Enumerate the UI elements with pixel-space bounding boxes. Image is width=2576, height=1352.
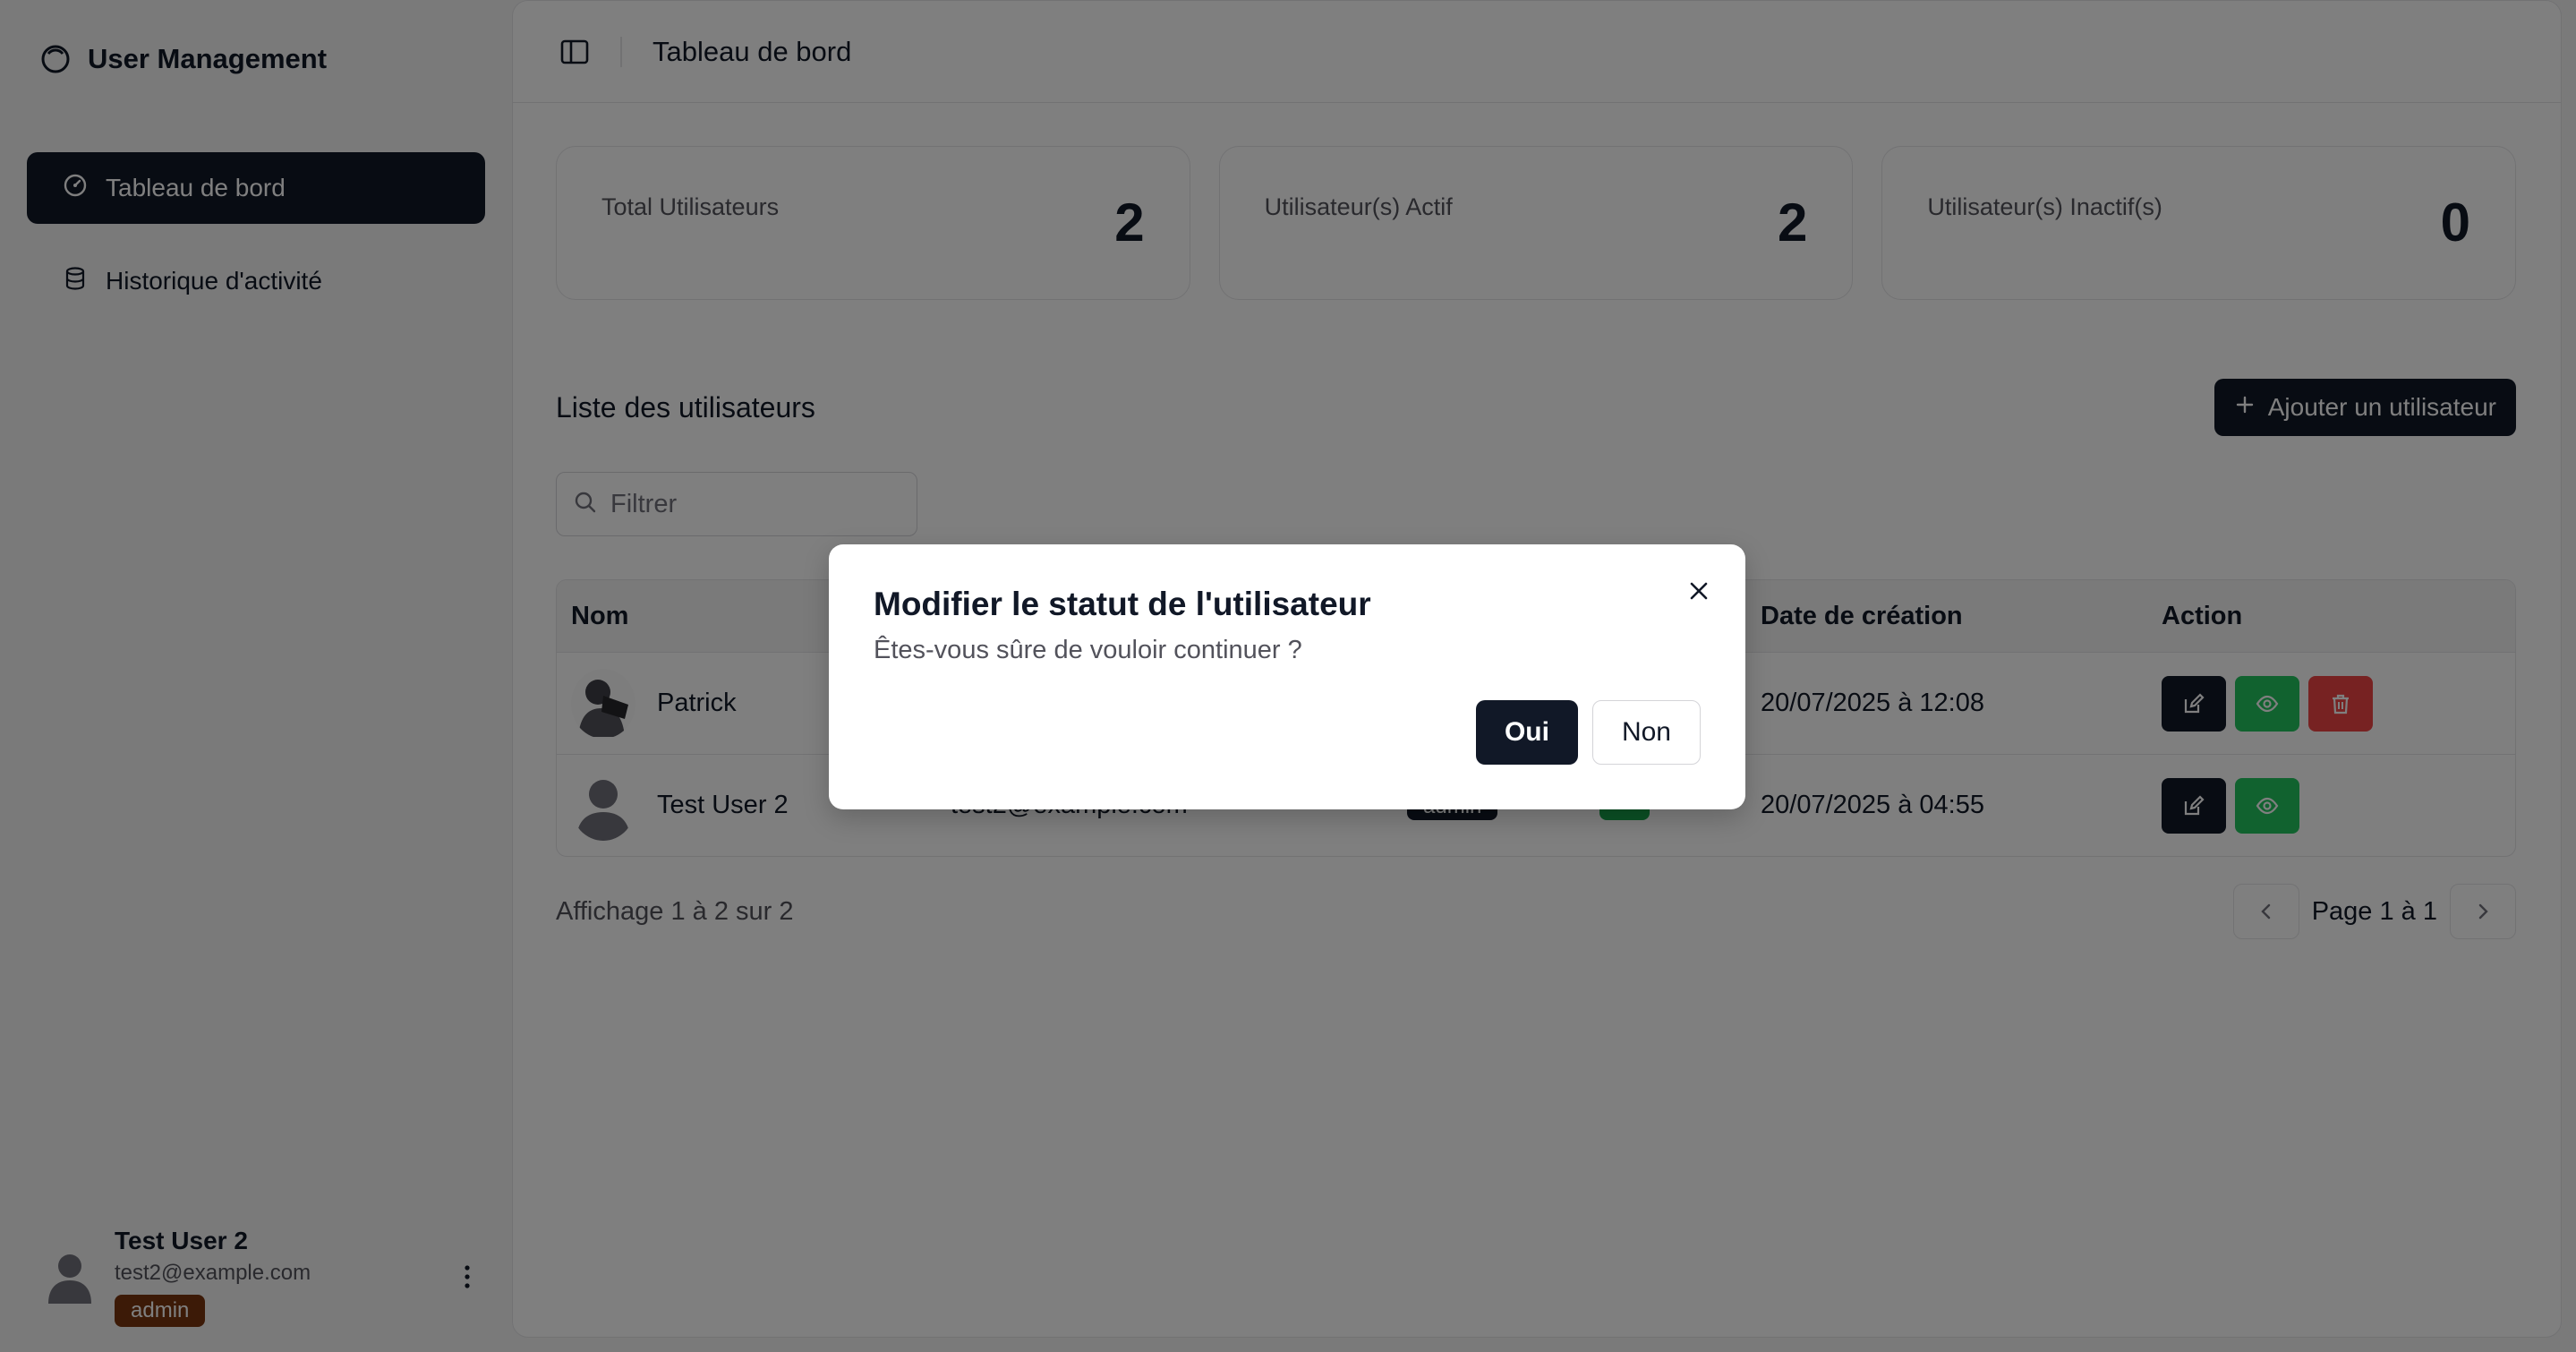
dialog-description: Êtes-vous sûre de vouloir continuer ? <box>874 636 1302 664</box>
close-icon[interactable] <box>1685 577 1713 605</box>
dialog-actions: Oui Non <box>1475 700 1701 765</box>
dialog-title: Modifier le statut de l'utilisateur <box>874 586 1371 622</box>
confirm-button[interactable]: Oui <box>1475 700 1578 765</box>
cancel-button[interactable]: Non <box>1591 700 1701 765</box>
confirm-status-dialog: Modifier le statut de l'utilisateur Êtes… <box>829 544 1745 809</box>
